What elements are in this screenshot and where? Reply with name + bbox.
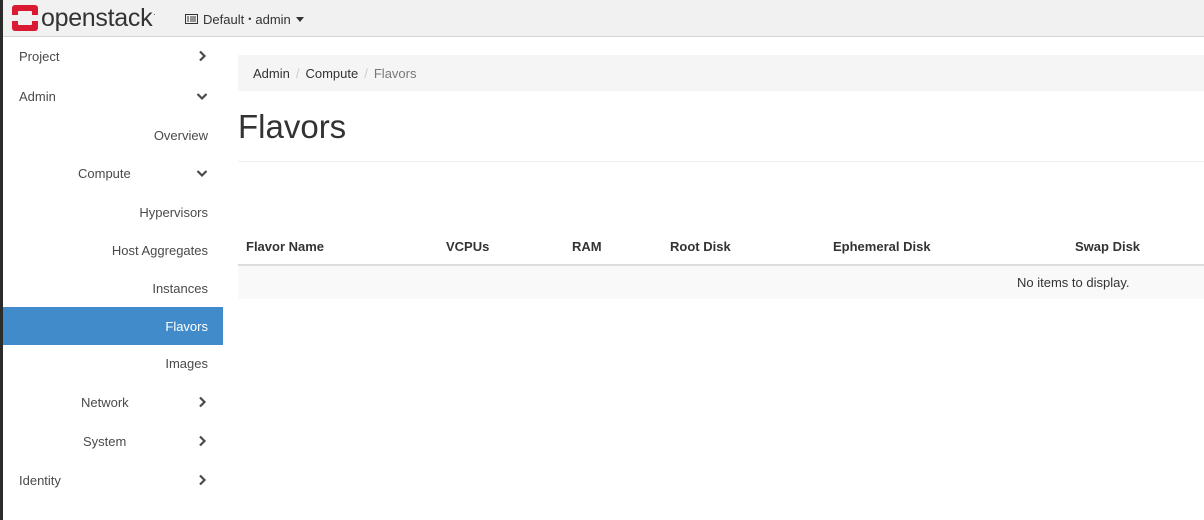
context-domain: Default	[203, 11, 245, 27]
breadcrumb: Admin / Compute / Flavors	[238, 55, 1204, 91]
sidebar-item-label: Instances	[152, 280, 208, 296]
sidebar-item-host-aggregates[interactable]: Host Aggregates	[3, 231, 223, 269]
chevron-down-icon	[196, 170, 208, 178]
brand-name: openstack	[41, 4, 153, 32]
column-header-vcpus[interactable]: VCPUs	[446, 239, 489, 254]
sidebar-item-network[interactable]: Network	[3, 383, 223, 421]
sidebar-item-label: Compute	[78, 165, 131, 181]
column-header-swap-disk[interactable]: Swap Disk	[1075, 239, 1140, 254]
sidebar-item-label: Admin	[19, 88, 56, 104]
sidebar-item-label: System	[83, 433, 127, 449]
sidebar-item-label: Overview	[153, 127, 208, 143]
context-separator: •	[248, 14, 252, 24]
sidebar-item-hypervisors[interactable]: Hypervisors	[3, 193, 223, 231]
sidebar-item-instances[interactable]: Instances	[3, 269, 223, 307]
sidebar: Project Admin Overview Compute Hyperviso…	[3, 37, 223, 520]
column-header-ram[interactable]: RAM	[572, 239, 602, 254]
project-context-dropdown[interactable]: Default • admin	[185, 10, 304, 28]
context-list-icon	[185, 14, 198, 24]
sidebar-item-label: Hypervisors	[139, 204, 208, 220]
openstack-logo-icon	[12, 5, 38, 31]
sidebar-item-label: Project	[19, 48, 60, 64]
chevron-right-icon	[199, 50, 207, 62]
sidebar-item-project[interactable]: Project	[3, 37, 223, 75]
brand-logo-link[interactable]: openstack .	[12, 4, 156, 32]
table-empty-row: No items to display.	[238, 266, 1204, 299]
title-divider	[238, 161, 1204, 162]
column-header-flavor-name[interactable]: Flavor Name	[246, 239, 324, 254]
chevron-right-icon	[199, 435, 207, 447]
sidebar-item-label: Identity	[19, 472, 61, 488]
sidebar-item-admin[interactable]: Admin	[3, 77, 223, 115]
breadcrumb-current: Flavors	[373, 65, 417, 81]
page-title: Flavors	[238, 108, 347, 145]
sidebar-item-overview[interactable]: Overview	[3, 116, 223, 154]
column-header-ephemeral-disk[interactable]: Ephemeral Disk	[833, 239, 931, 254]
breadcrumb-compute-link[interactable]: Compute	[305, 66, 358, 81]
sidebar-item-identity[interactable]: Identity	[3, 461, 223, 499]
sidebar-item-compute[interactable]: Compute	[3, 154, 223, 192]
sidebar-item-flavors[interactable]: Flavors	[3, 307, 223, 345]
breadcrumb-admin-link[interactable]: Admin	[253, 66, 290, 81]
sidebar-item-system[interactable]: System	[3, 422, 223, 460]
brand-mark: .	[153, 8, 156, 17]
chevron-down-icon	[196, 93, 208, 101]
top-navbar: openstack . Default • admin	[3, 0, 1204, 37]
column-header-root-disk[interactable]: Root Disk	[670, 239, 731, 254]
empty-table-message: No items to display.	[1017, 275, 1130, 290]
table-header-row: Flavor Name VCPUs RAM Root Disk Ephemera…	[238, 228, 1204, 266]
sidebar-item-images[interactable]: Images	[3, 344, 223, 382]
caret-down-icon	[295, 16, 304, 22]
breadcrumb-separator: /	[364, 65, 368, 81]
breadcrumb-separator: /	[295, 65, 300, 81]
sidebar-item-label: Flavors	[165, 318, 208, 334]
chevron-right-icon	[199, 396, 207, 408]
sidebar-item-label: Host Aggregates	[111, 242, 208, 258]
chevron-right-icon	[199, 474, 207, 486]
sidebar-item-label: Images	[165, 355, 208, 371]
sidebar-item-label: Network	[81, 394, 129, 410]
context-user: admin	[255, 11, 291, 27]
